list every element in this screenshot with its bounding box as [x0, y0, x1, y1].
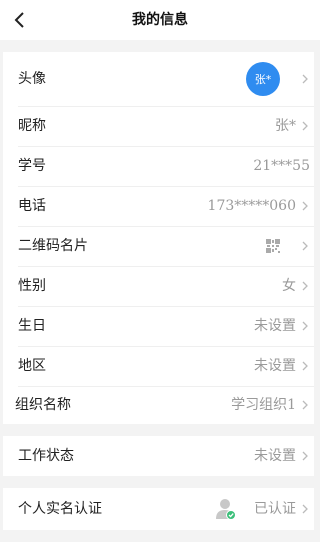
chevron-right-icon — [300, 106, 310, 146]
gender-row[interactable]: 性别 女 — [3, 266, 314, 306]
qr-card-label: 二维码名片 — [18, 238, 88, 254]
nickname-row[interactable]: 昵称 张* — [3, 106, 314, 146]
profile-card: 头像 张* 昵称 张* 学号 21***55 电话 173*****060 二维… — [3, 52, 314, 424]
region-label: 地区 — [18, 358, 46, 374]
nickname-label: 昵称 — [18, 118, 46, 134]
chevron-right-icon — [300, 59, 310, 99]
nickname-value: 张* — [275, 118, 296, 134]
verification-row[interactable]: 个人实名认证 已认证 — [3, 488, 314, 530]
organization-value: 学习组织1 — [231, 397, 296, 413]
birthday-row[interactable]: 生日 未设置 — [3, 306, 314, 346]
birthday-value: 未设置 — [254, 318, 296, 334]
student-id-label: 学号 — [18, 158, 46, 174]
verification-card: 个人实名认证 已认证 — [3, 488, 314, 530]
chevron-right-icon — [300, 266, 310, 306]
work-status-card: 工作状态 未设置 — [3, 436, 314, 476]
birthday-label: 生日 — [18, 318, 46, 334]
verification-value: 已认证 — [254, 501, 296, 517]
verified-user-icon — [216, 499, 236, 520]
qr-card-row[interactable]: 二维码名片 — [3, 226, 314, 266]
work-status-row[interactable]: 工作状态 未设置 — [3, 436, 314, 476]
chevron-right-icon — [300, 306, 310, 346]
organization-row[interactable]: 组织名称 学习组织1 — [3, 386, 314, 424]
student-id-row: 学号 21***55 — [3, 146, 314, 186]
chevron-right-icon — [300, 186, 310, 226]
verification-label: 个人实名认证 — [18, 501, 102, 517]
region-value: 未设置 — [254, 358, 296, 374]
phone-row[interactable]: 电话 173*****060 — [3, 186, 314, 226]
phone-label: 电话 — [18, 198, 46, 214]
avatar-label: 头像 — [18, 71, 46, 87]
organization-label: 组织名称 — [15, 397, 71, 413]
header: 我的信息 — [0, 0, 320, 40]
work-status-value: 未设置 — [254, 448, 296, 464]
chevron-right-icon — [300, 386, 310, 424]
chevron-right-icon — [300, 346, 310, 386]
phone-value: 173*****060 — [207, 198, 296, 214]
student-id-value: 21***55 — [253, 158, 310, 174]
work-status-label: 工作状态 — [18, 448, 74, 464]
region-row[interactable]: 地区 未设置 — [3, 346, 314, 386]
gender-value: 女 — [282, 278, 296, 294]
chevron-right-icon — [300, 436, 310, 476]
chevron-right-icon — [300, 226, 310, 266]
chevron-right-icon — [300, 488, 310, 530]
page-title: 我的信息 — [132, 12, 188, 28]
qr-code-icon — [266, 239, 280, 253]
gender-label: 性别 — [18, 278, 46, 294]
avatar-row[interactable]: 头像 张* — [3, 52, 314, 106]
avatar[interactable]: 张* — [246, 62, 280, 96]
